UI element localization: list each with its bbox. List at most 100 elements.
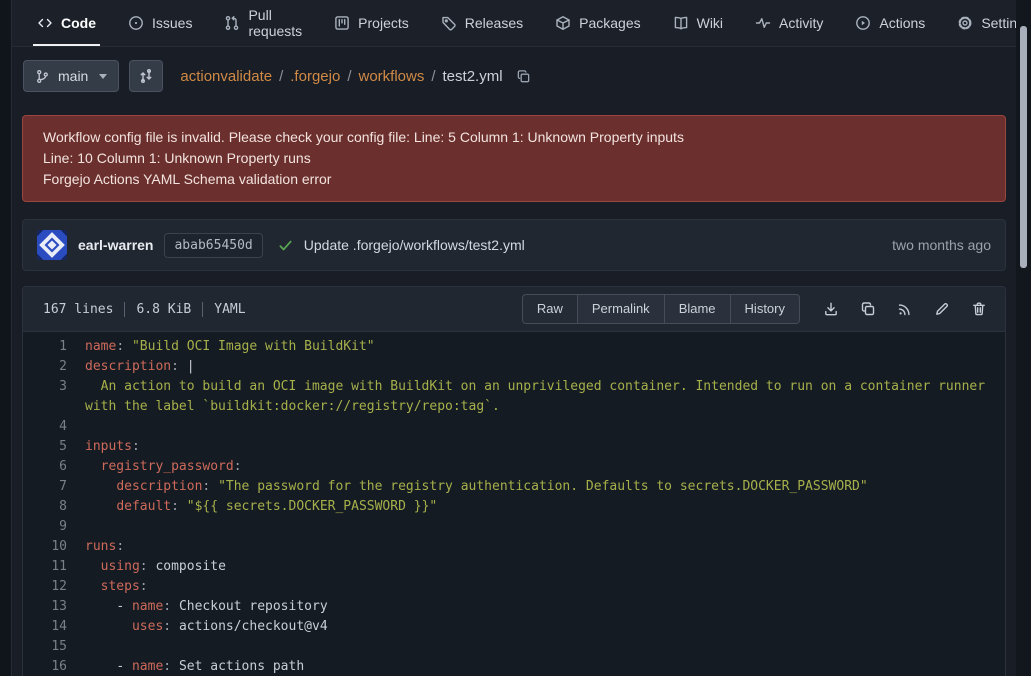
- current-file-name: test2.yml: [443, 68, 503, 85]
- file-stats: 167 lines 6.8 KiB YAML: [43, 302, 246, 317]
- history-button[interactable]: History: [731, 294, 800, 324]
- repo-tabs: Code Issues Pull requests Projects Releases P…: [12, 0, 1016, 47]
- code-line: 13 - name: Checkout repository: [23, 597, 1005, 617]
- tab-label: Activity: [779, 15, 823, 31]
- compare-button[interactable]: [129, 60, 163, 92]
- line-content: - name: Checkout repository: [85, 597, 1005, 617]
- commit-message[interactable]: Update .forgejo/workflows/test2.yml: [304, 237, 525, 253]
- pulse-icon: [755, 15, 771, 31]
- tab-activity[interactable]: Activity: [755, 0, 823, 46]
- commit-time: two months ago: [892, 237, 991, 253]
- code-line: 5inputs:: [23, 437, 1005, 457]
- line-number[interactable]: 16: [23, 657, 85, 676]
- error-line: Line: 10 Column 1: Unknown Property runs: [43, 148, 985, 169]
- line-content: [85, 517, 1005, 537]
- line-number[interactable]: 11: [23, 557, 85, 577]
- tab-label: Pull requests: [248, 7, 302, 39]
- rss-icon[interactable]: [897, 301, 913, 317]
- tab-pull-requests[interactable]: Pull requests: [224, 0, 302, 46]
- scrollbar-thumb[interactable]: [1020, 26, 1027, 268]
- line-number[interactable]: 3: [23, 377, 85, 417]
- compare-icon: [138, 68, 154, 84]
- tab-label: Projects: [358, 15, 409, 31]
- tab-packages[interactable]: Packages: [555, 0, 640, 46]
- line-content: inputs:: [85, 437, 1005, 457]
- book-icon: [673, 15, 689, 31]
- line-content: - name: Set actions path: [85, 657, 1005, 676]
- line-content: uses: actions/checkout@v4: [85, 617, 1005, 637]
- code-icon: [37, 15, 53, 31]
- scrollbar[interactable]: [1016, 0, 1031, 676]
- issue-opened-icon: [128, 15, 144, 31]
- line-number[interactable]: 13: [23, 597, 85, 617]
- line-content: steps:: [85, 577, 1005, 597]
- code-line: 3 An action to build an OCI image with B…: [23, 377, 1005, 417]
- raw-button[interactable]: Raw: [522, 294, 578, 324]
- latest-commit-bar: earl-warren abab65450d Update .forgejo/w…: [22, 219, 1006, 271]
- copy-path-icon[interactable]: [516, 69, 531, 84]
- code-line: 16 - name: Set actions path: [23, 657, 1005, 676]
- line-number[interactable]: 7: [23, 477, 85, 497]
- download-icon[interactable]: [823, 301, 839, 317]
- file-action-icons: [823, 301, 987, 317]
- path-segment[interactable]: actionvalidate: [180, 68, 272, 85]
- line-number[interactable]: 12: [23, 577, 85, 597]
- code-line: 9: [23, 517, 1005, 537]
- tab-actions[interactable]: Actions: [855, 0, 925, 46]
- project-icon: [334, 15, 350, 31]
- code-line: 14 uses: actions/checkout@v4: [23, 617, 1005, 637]
- line-number[interactable]: 15: [23, 637, 85, 657]
- repo-page: Code Issues Pull requests Projects Releases P…: [11, 0, 1016, 676]
- git-pull-request-icon: [224, 15, 240, 31]
- line-number[interactable]: 10: [23, 537, 85, 557]
- gear-icon: [957, 15, 973, 31]
- code-view: 1name: "Build OCI Image with BuildKit"2d…: [23, 332, 1005, 676]
- file-path: actionvalidate/.forgejo/workflows/test2.…: [180, 68, 502, 85]
- avatar[interactable]: [37, 230, 67, 260]
- code-line: 6 registry_password:: [23, 457, 1005, 477]
- line-number[interactable]: 14: [23, 617, 85, 637]
- line-content: [85, 637, 1005, 657]
- code-line: 15: [23, 637, 1005, 657]
- tab-label: Packages: [579, 15, 640, 31]
- line-number[interactable]: 5: [23, 437, 85, 457]
- play-circle-icon: [855, 15, 871, 31]
- tab-issues[interactable]: Issues: [128, 0, 192, 46]
- line-number[interactable]: 2: [23, 357, 85, 377]
- error-line: Forgejo Actions YAML Schema validation e…: [43, 169, 985, 190]
- line-number[interactable]: 1: [23, 337, 85, 357]
- tab-label: Actions: [879, 15, 925, 31]
- divider: [202, 302, 203, 317]
- permalink-button[interactable]: Permalink: [578, 294, 665, 324]
- tab-releases[interactable]: Releases: [441, 0, 523, 46]
- branch-name: main: [58, 68, 88, 84]
- blame-button[interactable]: Blame: [665, 294, 731, 324]
- edit-icon[interactable]: [934, 301, 950, 317]
- line-number[interactable]: 4: [23, 417, 85, 437]
- code-line: 12 steps:: [23, 577, 1005, 597]
- branch-selector[interactable]: main: [23, 60, 119, 92]
- line-number[interactable]: 6: [23, 457, 85, 477]
- tab-projects[interactable]: Projects: [334, 0, 409, 46]
- chevron-down-icon: [99, 74, 107, 79]
- path-segment[interactable]: .forgejo: [290, 68, 340, 85]
- tab-label: Issues: [152, 15, 192, 31]
- commit-status-check-icon[interactable]: [278, 238, 293, 253]
- line-content: description: |: [85, 357, 1005, 377]
- line-number[interactable]: 9: [23, 517, 85, 537]
- code-line: 7 description: "The password for the reg…: [23, 477, 1005, 497]
- code-line: 4: [23, 417, 1005, 437]
- path-segment[interactable]: workflows: [358, 68, 424, 85]
- line-content: [85, 417, 1005, 437]
- commit-author[interactable]: earl-warren: [78, 237, 153, 253]
- tab-code[interactable]: Code: [37, 0, 96, 46]
- tab-wiki[interactable]: Wiki: [673, 0, 723, 46]
- line-content: name: "Build OCI Image with BuildKit": [85, 337, 1005, 357]
- file-view: 167 lines 6.8 KiB YAML RawPermalinkBlame…: [22, 286, 1006, 676]
- copy-content-icon[interactable]: [860, 301, 876, 317]
- path-separator: /: [347, 68, 351, 85]
- delete-icon[interactable]: [971, 301, 987, 317]
- line-number[interactable]: 8: [23, 497, 85, 517]
- commit-hash[interactable]: abab65450d: [164, 233, 262, 258]
- path-separator: /: [279, 68, 283, 85]
